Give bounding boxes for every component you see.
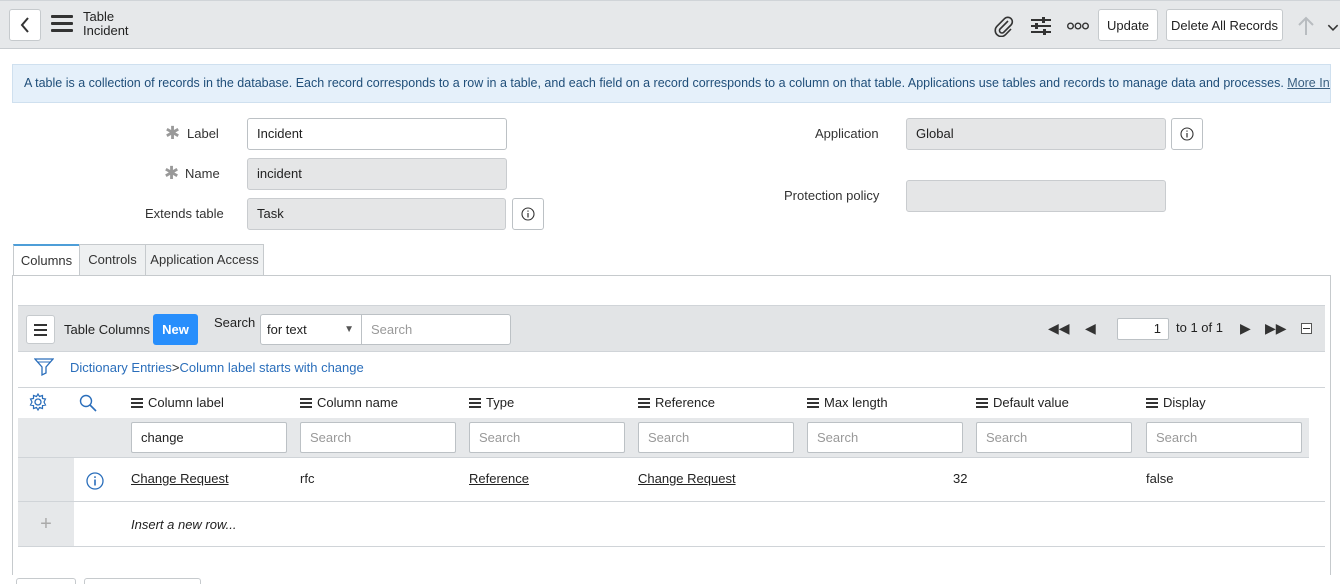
tab-controls[interactable]: Controls <box>79 244 146 275</box>
label-field-label: Label <box>187 126 219 141</box>
arrow-up-icon[interactable] <box>1294 14 1318 38</box>
application-label: Application <box>815 126 879 141</box>
tab-columns[interactable]: Columns <box>13 244 80 276</box>
first-page-icon[interactable]: ◀◀ <box>1048 320 1070 337</box>
breadcrumb-filter[interactable]: Column label starts with change <box>179 360 363 375</box>
column-menu-icon[interactable] <box>1146 397 1158 408</box>
filter-default-value-input[interactable]: Search <box>976 422 1132 453</box>
cell-reference[interactable]: Change Request <box>638 471 736 486</box>
cell-display: false <box>1146 471 1174 486</box>
column-menu-icon[interactable] <box>131 397 143 408</box>
page-range: to 1 of 1 <box>1176 320 1223 335</box>
column-header-display[interactable]: Display <box>1146 395 1206 410</box>
column-header-name[interactable]: Column name <box>300 395 398 410</box>
column-menu-icon[interactable] <box>976 397 988 408</box>
search-icon[interactable] <box>79 394 97 415</box>
application-info-button[interactable] <box>1171 118 1203 150</box>
info-icon <box>521 207 535 221</box>
arrow-down-icon[interactable] <box>1326 14 1340 38</box>
tab-application-access[interactable]: Application Access <box>145 244 264 275</box>
list-context-menu-button[interactable] <box>26 315 55 344</box>
column-menu-icon[interactable] <box>469 397 481 408</box>
name-input: incident <box>247 158 507 190</box>
cell-column-name: rfc <box>300 471 315 486</box>
filter-icon[interactable] <box>33 357 55 380</box>
more-options-icon[interactable] <box>1066 14 1090 38</box>
info-text: A table is a collection of records in th… <box>24 76 1284 90</box>
column-header-label[interactable]: Column label <box>131 395 224 410</box>
update-button[interactable]: Update <box>1098 9 1158 41</box>
insert-row-label[interactable]: Insert a new row... <box>131 517 237 532</box>
breadcrumb-root[interactable]: Dictionary Entries <box>70 360 172 375</box>
extends-table-label: Extends table <box>145 206 224 221</box>
column-header-default-value[interactable]: Default value <box>976 395 1069 410</box>
table-row: Change Request rfc Reference Change Requ… <box>18 458 1325 502</box>
protection-policy-label: Protection policy <box>784 188 880 203</box>
column-header-max-length[interactable]: Max length <box>807 395 888 410</box>
collapse-icon[interactable] <box>1301 323 1312 334</box>
search-label: Search <box>214 315 256 330</box>
info-icon <box>1180 127 1194 141</box>
insert-row[interactable]: + Insert a new row... <box>18 502 1325 547</box>
required-indicator: ✱ <box>164 163 180 183</box>
previous-page-icon[interactable]: ◀ <box>1085 320 1096 337</box>
filter-max-length-input[interactable]: Search <box>807 422 963 453</box>
list-toolbar: Table Columns New Search for text ▼ Sear… <box>18 305 1325 352</box>
protection-policy-select[interactable] <box>906 180 1166 212</box>
cell-type[interactable]: Reference <box>469 471 529 486</box>
column-menu-icon[interactable] <box>300 397 312 408</box>
plus-icon[interactable]: + <box>18 502 74 546</box>
bottom-button[interactable] <box>16 578 76 584</box>
filter-type-input[interactable]: Search <box>469 422 625 453</box>
extends-table-input: Task <box>247 198 506 230</box>
back-button[interactable] <box>9 9 41 41</box>
form-header: Table Incident Update Delete All Records <box>0 0 1340 49</box>
caret-down-icon: ▼ <box>344 324 354 335</box>
gear-icon[interactable] <box>29 392 47 414</box>
table-header: Column label Column name Type Reference … <box>18 387 1325 418</box>
title-record: Incident <box>83 23 129 38</box>
list-title: Table Columns <box>64 322 150 337</box>
breadcrumb: Dictionary Entries>Column label starts w… <box>70 360 364 375</box>
attachment-icon[interactable] <box>992 14 1016 38</box>
record-info-icon[interactable] <box>86 472 104 493</box>
application-input: Global <box>906 118 1166 150</box>
column-header-reference[interactable]: Reference <box>638 395 715 410</box>
column-menu-icon[interactable] <box>638 397 650 408</box>
more-info-link[interactable]: More Info <box>1287 76 1330 90</box>
column-filter-row: change Search Search Search Search Searc… <box>18 418 1309 458</box>
column-header-type[interactable]: Type <box>469 395 514 410</box>
list-search-input[interactable]: Search <box>361 314 511 345</box>
last-page-icon[interactable]: ▶▶ <box>1265 320 1287 337</box>
name-field-label: Name <box>185 166 220 181</box>
delete-all-records-button[interactable]: Delete All Records <box>1166 9 1283 41</box>
form-menu-icon[interactable] <box>51 15 73 33</box>
next-page-icon[interactable]: ▶ <box>1240 320 1251 337</box>
info-message: A table is a collection of records in th… <box>12 64 1331 103</box>
chevron-left-icon <box>20 17 29 33</box>
label-input[interactable]: Incident <box>247 118 507 150</box>
new-button[interactable]: New <box>153 314 198 345</box>
title-type: Table <box>83 9 115 24</box>
filter-column-name-input[interactable]: Search <box>300 422 456 453</box>
filter-column-label-input[interactable]: change <box>131 422 287 453</box>
bottom-button[interactable] <box>84 578 201 584</box>
cell-max-length: 32 <box>953 471 968 486</box>
page-number-input[interactable]: 1 <box>1117 318 1169 340</box>
filter-reference-input[interactable]: Search <box>638 422 794 453</box>
cell-column-label[interactable]: Change Request <box>131 471 229 486</box>
search-mode-select[interactable]: for text ▼ <box>260 314 362 345</box>
column-menu-icon[interactable] <box>807 397 819 408</box>
extends-table-info-button[interactable] <box>512 198 544 230</box>
search-mode-value: for text <box>267 322 307 337</box>
row-select-cell[interactable] <box>18 458 74 501</box>
personalize-icon[interactable] <box>1029 14 1053 38</box>
page-title: Table Incident <box>83 10 129 38</box>
filter-display-input[interactable]: Search <box>1146 422 1302 453</box>
required-indicator: ✱ <box>165 123 181 143</box>
